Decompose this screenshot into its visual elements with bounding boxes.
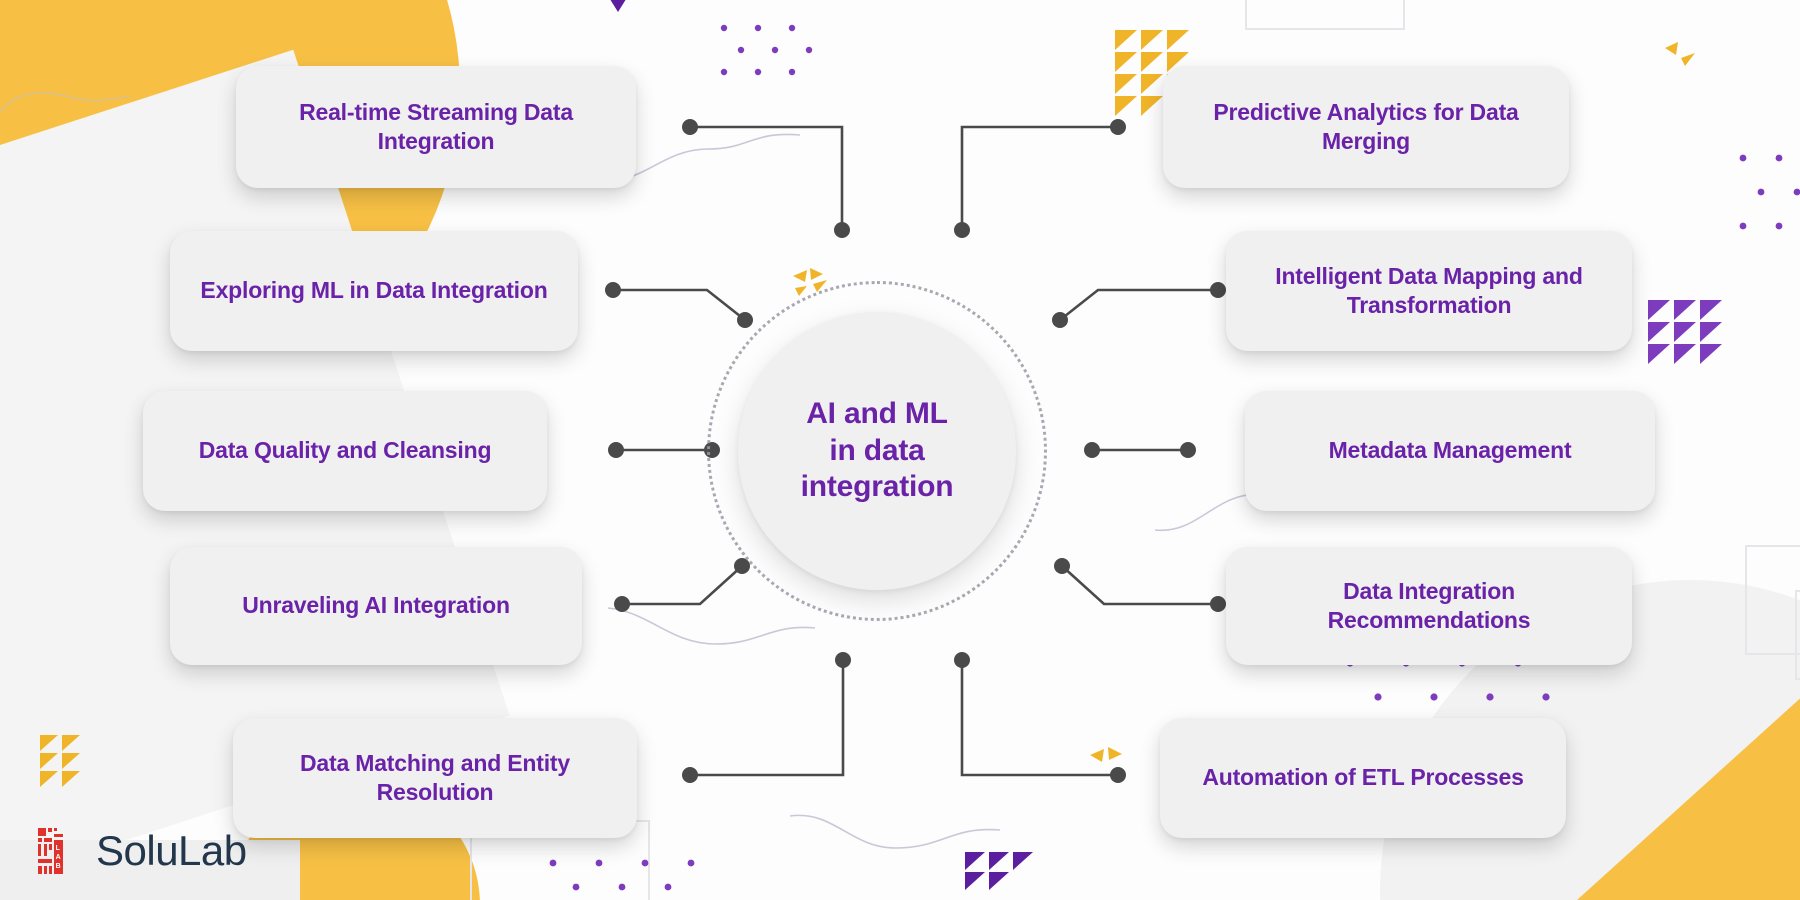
center-hub[interactable]: AI and ML in data integration <box>738 312 1016 590</box>
node-automation-of-etl-processes[interactable]: Automation of ETL Processes <box>1160 718 1566 838</box>
infographic-canvas: AI and ML in data integration Real-time … <box>0 0 1800 900</box>
node-label: Data Integration Recommendations <box>1327 577 1531 633</box>
node-metadata-management[interactable]: Metadata Management <box>1245 391 1655 511</box>
node-data-matching-and-entity-resolution[interactable]: Data Matching and Entity Resolution <box>233 718 637 838</box>
svg-text:B: B <box>56 863 61 870</box>
svg-text:A: A <box>56 854 61 861</box>
node-unraveling-ai-integration[interactable]: Unraveling AI Integration <box>170 547 582 665</box>
node-predictive-analytics-for-data-merging[interactable]: Predictive Analytics for Data Merging <box>1163 66 1569 188</box>
center-hub-title: AI and ML in data integration <box>800 397 954 504</box>
node-data-quality-and-cleansing[interactable]: Data Quality and Cleansing <box>143 391 547 511</box>
node-label: Automation of ETL Processes <box>1202 764 1524 791</box>
node-label: Unraveling AI Integration <box>242 592 510 619</box>
node-exploring-ml-in-data-integration[interactable]: Exploring ML in Data Integration <box>170 231 578 351</box>
solulab-mark-icon: L A B <box>38 828 63 874</box>
node-label: Data Quality and Cleansing <box>198 437 492 464</box>
node-label: Real-time Streaming Data Integration <box>299 98 573 154</box>
node-data-integration-recommendations[interactable]: Data Integration Recommendations <box>1226 547 1632 665</box>
node-label: Data Matching and Entity Resolution <box>300 749 570 805</box>
node-label: Metadata Management <box>1328 437 1572 464</box>
node-intelligent-data-mapping-and-transformation[interactable]: Intelligent Data Mapping and Transformat… <box>1226 231 1632 351</box>
node-label: Exploring ML in Data Integration <box>200 277 548 304</box>
node-real-time-streaming-data-integration[interactable]: Real-time Streaming Data Integration <box>236 66 636 188</box>
node-label: Intelligent Data Mapping and Transformat… <box>1275 262 1583 318</box>
brand-name: SoluLab <box>96 827 247 874</box>
svg-text:L: L <box>56 845 61 852</box>
brand-logo[interactable]: L A B SoluLab <box>38 828 247 874</box>
node-label: Predictive Analytics for Data Merging <box>1213 98 1519 154</box>
